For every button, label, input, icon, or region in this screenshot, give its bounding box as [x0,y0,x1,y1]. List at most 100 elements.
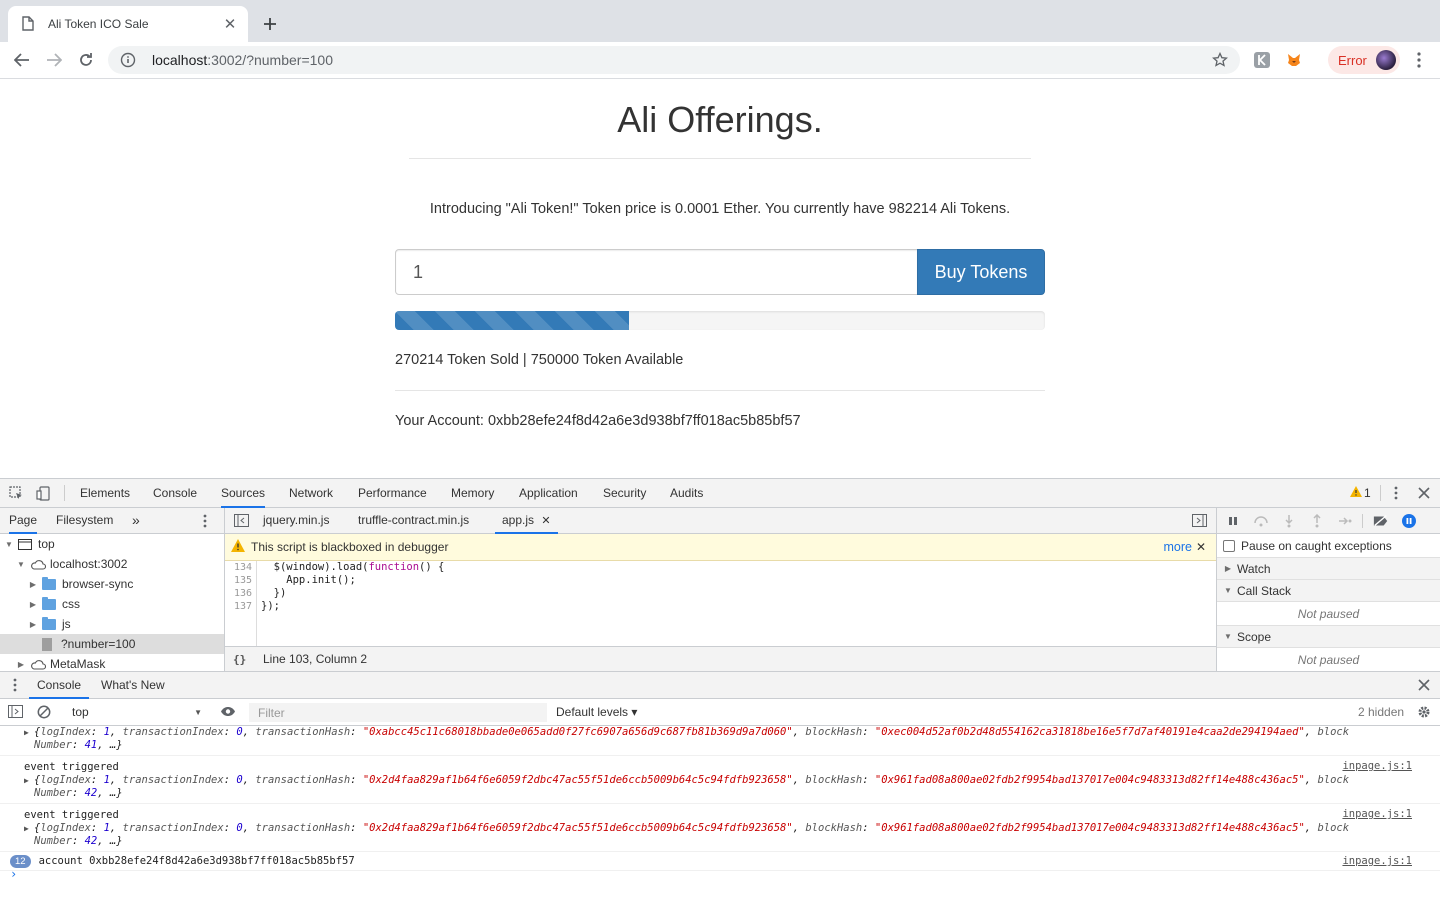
pause-caught-checkbox[interactable] [1223,539,1235,552]
source-link[interactable]: inpage.js:1 [1342,855,1412,867]
tab-console[interactable]: Console [153,479,197,508]
line-number[interactable]: 135 [225,574,256,587]
watch-section-header[interactable]: ▶ Watch [1217,558,1440,580]
tree-item-css[interactable]: ▶ css [0,594,224,614]
avatar [1376,50,1396,70]
close-drawer-icon[interactable] [1418,679,1430,694]
blackbox-more-link[interactable]: more [1164,540,1192,554]
log-object[interactable]: ▶ {logIndex: 1, transactionIndex: 0, tran… [24,822,1412,835]
tab-application[interactable]: Application [519,479,578,508]
console-prompt-icon[interactable]: › [10,867,17,881]
debugger-toolbar [1217,508,1440,534]
close-icon[interactable]: ✕ [222,16,238,33]
log-object[interactable]: ▶ {logIndex: 1, transactionIndex: 0, tran… [24,726,1412,739]
toggle-debugger-icon[interactable] [1192,514,1207,530]
divider [409,158,1031,159]
separator [1380,485,1381,501]
collapsed-triangle-icon: ▶ [29,579,37,589]
console-message[interactable]: event triggered inpage.js:1 ▶ {logIndex: … [0,756,1440,804]
code-line: }) [261,587,287,599]
browser-menu-icon[interactable] [1410,50,1428,70]
live-expression-eye-icon[interactable] [220,706,236,720]
star-icon[interactable] [1212,52,1228,68]
info-icon[interactable] [120,52,136,68]
tab-security[interactable]: Security [603,479,646,508]
line-number[interactable]: 137 [225,600,256,613]
editor-tab-jquery[interactable]: jquery.min.js [263,508,329,534]
tree-item-metamask[interactable]: ▶ MetaMask [0,654,224,671]
console-filter-input[interactable]: Filter [249,703,547,722]
back-icon[interactable] [12,50,32,70]
reload-icon[interactable] [76,50,96,70]
close-tab-icon[interactable]: ✕ [541,515,550,527]
address-bar[interactable]: localhost:3002/?number=100 [108,46,1240,74]
line-number[interactable]: 134 [225,561,256,574]
console-message[interactable]: ▶ {logIndex: 1, transactionIndex: 0, tran… [0,726,1440,756]
scope-section-header[interactable]: ▼ Scope [1217,626,1440,648]
drawer-tab-whats-new[interactable]: What's New [101,672,165,699]
context-selector[interactable]: top ▼ [65,702,210,722]
line-number[interactable]: 136 [225,587,256,600]
navigator-menu-icon[interactable] [203,508,207,534]
code-view[interactable]: 134 135 136 137 $(window).load(function(… [225,561,1216,646]
console-message[interactable]: 12 account 0xbb28efe24f8d42a6e3d938bf7ff0… [0,852,1440,871]
tab-audits[interactable]: Audits [670,479,703,508]
console-message[interactable]: event triggered inpage.js:1 ▶ {logIndex: … [0,804,1440,852]
buy-tokens-button[interactable]: Buy Tokens [917,249,1045,295]
tree-item-top[interactable]: ▼ top [0,534,224,554]
pretty-print-button[interactable]: {} [233,653,251,666]
log-object[interactable]: ▶ {logIndex: 1, transactionIndex: 0, tran… [24,774,1412,787]
forward-icon[interactable] [44,50,64,70]
console-settings-gear-icon[interactable] [1417,705,1431,722]
deactivate-breakpoints-icon[interactable] [1373,513,1389,529]
new-tab-icon[interactable] [260,14,280,34]
tab-sources[interactable]: Sources [221,479,266,508]
drawer-tabs: Console What's New [0,671,1440,699]
account-text: Your Account: 0xbb28efe24f8d42a6e3d938bf… [395,413,801,429]
profile-error-button[interactable]: Error [1328,46,1400,74]
step-icon[interactable] [1337,513,1353,529]
drawer-tab-console[interactable]: Console [29,672,90,699]
extension-k-icon[interactable] [1254,52,1270,68]
tab-network[interactable]: Network [289,479,333,508]
tree-item-file[interactable]: ?number=100 [0,634,224,654]
step-over-icon[interactable] [1253,513,1269,529]
tab-memory[interactable]: Memory [451,479,494,508]
browser-tab[interactable]: Ali Token ICO Sale ✕ [8,6,248,42]
devtools-menu-icon[interactable] [1388,485,1404,501]
device-toolbar-icon[interactable] [35,485,51,501]
call-stack-section-header[interactable]: ▼ Call Stack [1217,580,1440,602]
toggle-navigator-icon[interactable] [234,514,249,530]
inspect-element-icon[interactable] [8,485,24,501]
tab-page[interactable]: Page [9,508,38,534]
source-link[interactable]: inpage.js:1 [1342,760,1412,772]
pause-icon[interactable] [1225,513,1241,529]
clear-console-icon[interactable] [37,705,51,722]
pause-caught-exceptions-row[interactable]: Pause on caught exceptions [1217,534,1440,558]
more-tabs-icon[interactable]: » [132,508,140,534]
console-sidebar-icon[interactable] [8,705,23,721]
tree-item-browser-sync[interactable]: ▶ browser-sync [0,574,224,594]
step-into-icon[interactable] [1281,513,1297,529]
tab-elements[interactable]: Elements [80,479,130,508]
tab-performance[interactable]: Performance [358,479,427,508]
editor-tab-app[interactable]: app.js ✕ [495,508,558,534]
pause-on-exceptions-icon[interactable] [1401,513,1417,529]
tree-item-localhost[interactable]: ▼ localhost:3002 [0,554,224,574]
cursor-position: Line 103, Column 2 [263,652,368,666]
editor-tab-truffle[interactable]: truffle-contract.min.js [358,508,469,534]
token-quantity-input[interactable]: 1 [395,249,918,295]
tab-filesystem[interactable]: Filesystem [56,508,113,534]
drawer-menu-icon[interactable] [13,678,17,695]
call-stack-status: Not paused [1217,602,1440,626]
metamask-fox-icon[interactable] [1286,52,1302,68]
step-out-icon[interactable] [1309,513,1325,529]
sources-navigator: Page Filesystem » ▼ top ▼ localhost:3002… [0,508,225,671]
tree-item-js[interactable]: ▶ js [0,614,224,634]
warning-badge[interactable]: 1 [1350,486,1371,500]
sale-progress-fill [395,311,629,330]
close-devtools-icon[interactable] [1416,485,1432,501]
close-icon[interactable]: ✕ [1196,540,1206,554]
log-levels-dropdown[interactable]: Default levels ▾ [556,705,637,719]
source-link[interactable]: inpage.js:1 [1342,808,1412,820]
